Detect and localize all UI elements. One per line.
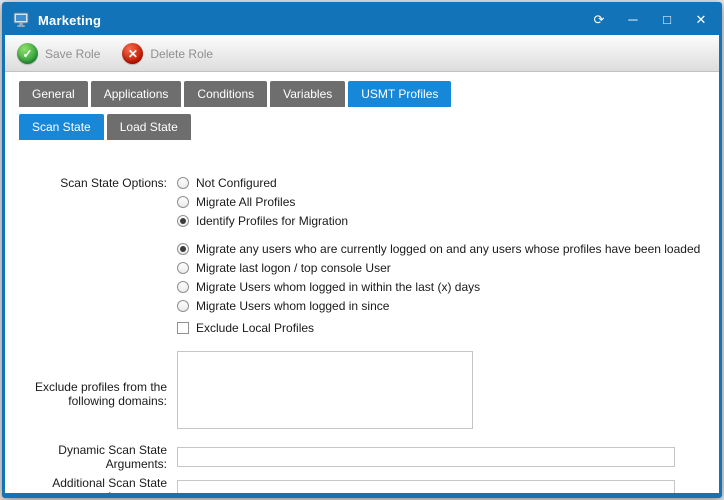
exclude-domains-label: Exclude profiles from the following doma… — [5, 377, 177, 408]
radio-icon[interactable] — [177, 300, 189, 312]
radio-icon[interactable] — [177, 215, 189, 227]
radio-icon[interactable] — [177, 243, 189, 255]
scan-state-panel: Scan State Options: Not Configured Migra… — [5, 140, 719, 493]
window: Marketing ⟳ ─ □ ✕ ✓ Save Role ✕ Delete R… — [2, 2, 722, 498]
scan-state-options-label: Scan State Options: — [5, 173, 177, 190]
radio-option[interactable]: Migrate any users who are currently logg… — [177, 239, 719, 258]
dynamic-args-row: Dynamic Scan State Arguments: — [5, 443, 719, 471]
save-role-button[interactable]: ✓ Save Role — [17, 43, 100, 64]
radio-option[interactable]: Migrate Users whom logged in within the … — [177, 277, 719, 296]
radio-option[interactable]: Identify Profiles for Migration — [177, 211, 719, 230]
app-icon — [13, 12, 31, 28]
window-title: Marketing — [38, 13, 101, 28]
radio-option[interactable]: Migrate Users whom logged in since — [177, 296, 719, 315]
dynamic-args-input[interactable] — [177, 447, 675, 467]
delete-x-icon: ✕ — [122, 43, 143, 64]
radio-icon[interactable] — [177, 177, 189, 189]
main-tab-bar: General Applications Conditions Variable… — [5, 72, 719, 107]
main-tab[interactable]: Variables — [270, 81, 345, 107]
additional-args-row: Additional Scan State Arguments: — [5, 476, 719, 493]
minimize-icon[interactable]: ─ — [625, 12, 641, 28]
maximize-icon[interactable]: □ — [659, 12, 675, 28]
delete-role-button[interactable]: ✕ Delete Role — [122, 43, 213, 64]
save-check-icon: ✓ — [17, 43, 38, 64]
close-icon[interactable]: ✕ — [693, 12, 709, 28]
main-tab[interactable]: Conditions — [184, 81, 267, 107]
sub-tab-bar: Scan State Load State — [5, 107, 719, 140]
exclude-domains-row: Exclude profiles from the following doma… — [5, 351, 719, 434]
radio-icon[interactable] — [177, 262, 189, 274]
dynamic-args-label: Dynamic Scan State Arguments: — [5, 443, 177, 471]
migration-options-radiogroup: Migrate any users who are currently logg… — [177, 239, 719, 315]
radio-option[interactable]: Migrate All Profiles — [177, 192, 719, 211]
save-role-label: Save Role — [45, 47, 100, 61]
radio-icon[interactable] — [177, 196, 189, 208]
scan-state-options-row: Scan State Options: Not Configured Migra… — [5, 173, 719, 337]
primary-options-radiogroup: Not Configured Migrate All Profiles Iden… — [177, 173, 719, 230]
radio-icon[interactable] — [177, 281, 189, 293]
checkbox-icon[interactable] — [177, 322, 189, 334]
refresh-icon[interactable]: ⟳ — [591, 12, 607, 28]
radio-option[interactable]: Not Configured — [177, 173, 719, 192]
exclude-domains-textarea[interactable] — [177, 351, 473, 429]
exclude-local-profiles-checkbox[interactable]: Exclude Local Profiles — [177, 318, 719, 337]
window-controls: ⟳ ─ □ ✕ — [591, 12, 709, 28]
sub-tab[interactable]: Scan State — [19, 114, 104, 140]
delete-role-label: Delete Role — [150, 47, 213, 61]
sub-tab[interactable]: Load State — [107, 114, 191, 140]
main-tab[interactable]: General — [19, 81, 88, 107]
titlebar: Marketing ⟳ ─ □ ✕ — [5, 5, 719, 35]
main-tab[interactable]: Applications — [91, 81, 182, 107]
additional-args-input[interactable] — [177, 480, 675, 493]
main-tab[interactable]: USMT Profiles — [348, 81, 451, 107]
radio-option[interactable]: Migrate last logon / top console User — [177, 258, 719, 277]
toolbar: ✓ Save Role ✕ Delete Role — [5, 35, 719, 72]
additional-args-label: Additional Scan State Arguments: — [5, 476, 177, 493]
